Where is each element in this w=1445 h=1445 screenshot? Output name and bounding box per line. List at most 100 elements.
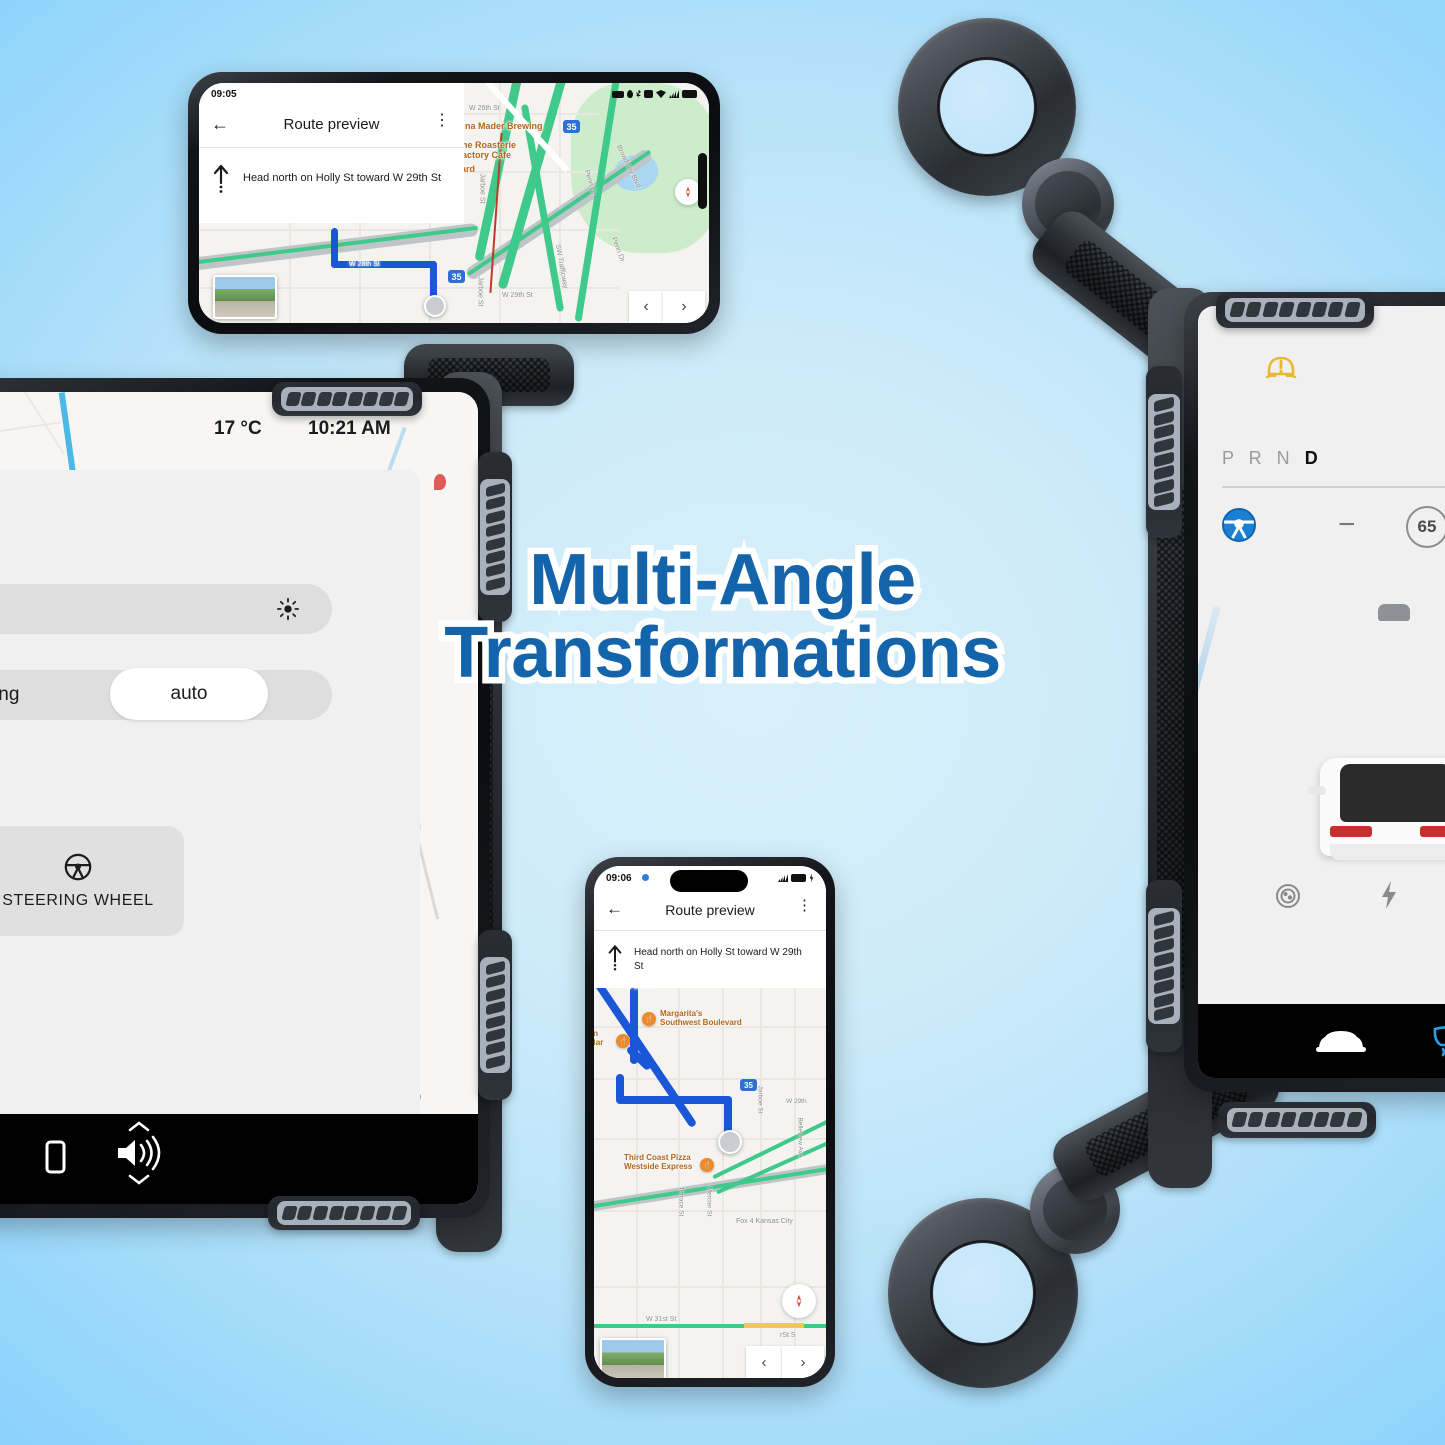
- street-line: [594, 1078, 826, 1080]
- dynamic-island: [670, 870, 748, 892]
- overflow-menu-button[interactable]: ⋮: [434, 113, 450, 129]
- prev-step-button[interactable]: ‹: [629, 291, 663, 323]
- map-poi-pin: [434, 474, 446, 490]
- destination-marker: [424, 295, 446, 317]
- highway-shield: 35: [448, 270, 465, 283]
- poi-marker: 🍴: [642, 1012, 656, 1026]
- ego-vehicle-taillight-left: [1330, 826, 1372, 837]
- straight-arrow-icon: [213, 164, 229, 193]
- next-chevron-icon: ›: [681, 298, 687, 315]
- ring-opening: [938, 58, 1036, 156]
- clamp-grip-pad: [277, 1201, 411, 1225]
- street-view-thumbnail[interactable]: [600, 1338, 666, 1378]
- steering-wheel-card-label: STEERING WHEEL: [2, 892, 154, 909]
- clamp-grip-pad: [1225, 297, 1365, 323]
- phone-icon: [45, 1140, 66, 1174]
- lightning-icon: [1382, 881, 1396, 909]
- cruise-decrease-button[interactable]: −: [1338, 510, 1356, 540]
- bluetooth-icon: [636, 89, 641, 99]
- status-bar: 09:05: [199, 83, 709, 105]
- ego-vehicle-bumper: [1330, 844, 1445, 860]
- street-view-thumbnail[interactable]: [213, 275, 277, 319]
- street-label: Jarboe St: [756, 1085, 764, 1114]
- overflow-menu-button[interactable]: ⋮: [797, 898, 812, 913]
- poi-label: Margarita'sSouthwest Boulevard: [660, 1009, 742, 1027]
- steering-wheel-icon: [64, 853, 92, 881]
- street-label: W 29th: [786, 1098, 807, 1105]
- vpn-icon: [612, 90, 624, 98]
- defroster-icon[interactable]: [1429, 1023, 1445, 1059]
- traffic-slow-overlay: [744, 1323, 804, 1328]
- compass-icon: [685, 186, 691, 198]
- nav-step-text: Head north on Holly St toward W 29th St: [243, 172, 442, 184]
- street-label: Jarboe St: [478, 173, 486, 204]
- poi-label: ican& Bar: [594, 1029, 604, 1047]
- ego-vehicle-taillight-right: [1420, 826, 1445, 837]
- landscape-phone-shell: 35 35 🍴 Margarita'sSouthwest Boulevard 🍴…: [188, 72, 720, 334]
- tire-pressure-warning-icon: [1265, 356, 1297, 379]
- straight-arrow-icon: [608, 945, 622, 971]
- volume-icon: [118, 1135, 161, 1171]
- poi-marker: 🍴: [700, 1158, 714, 1172]
- highway-shield: 35: [740, 1079, 757, 1091]
- clamp-grip-pad: [1148, 907, 1180, 1025]
- prev-step-button[interactable]: ‹: [746, 1346, 782, 1378]
- street-label: Fox 4 Kansas City: [736, 1218, 793, 1225]
- street-label: Mercier St: [705, 1186, 713, 1217]
- street-line: [678, 986, 680, 1378]
- compass-button[interactable]: [782, 1284, 816, 1318]
- mount-clamp-cluster-left-upper: [1146, 366, 1182, 538]
- mount-clamp-cluster-top: [1216, 292, 1374, 328]
- nav-header: ← Route preview ⋮: [199, 105, 464, 147]
- car-center-screen-shell: 19 BUCKHEAD CHHE DO 17 °C 10:21 AM Displ…: [0, 378, 490, 1218]
- street-label: Terrace St: [677, 1186, 685, 1217]
- next-step-button[interactable]: ›: [782, 1346, 824, 1378]
- ring-opening: [931, 1241, 1035, 1345]
- street-label: Belleview Ave: [796, 1117, 804, 1158]
- signal-icon: [778, 874, 788, 882]
- clock: 10:21 AM: [308, 418, 391, 439]
- battery-icon: [791, 874, 806, 882]
- nav-step-row: Head north on Holly St toward W 29th St: [199, 153, 464, 209]
- street-label: Jarboe St: [476, 276, 484, 307]
- volume-up-chevron-icon: [128, 1121, 150, 1132]
- prev-chevron-icon: ‹: [761, 1353, 767, 1371]
- street-label: W 26th St: [469, 105, 500, 112]
- speed-scale-line: [1222, 486, 1445, 488]
- volume-down-chevron-icon: [128, 1174, 150, 1185]
- status-time: 09:05: [211, 88, 237, 100]
- headline-line-1: Multi-Angle: [523, 537, 923, 624]
- car-center-screen: 19 BUCKHEAD CHHE DO 17 °C 10:21 AM Displ…: [0, 392, 478, 1204]
- ego-vehicle-rear-glass: [1340, 764, 1445, 822]
- headlight-auto-icon: [1276, 884, 1300, 908]
- signal-icon: [669, 90, 679, 98]
- street-line: [794, 986, 796, 1378]
- steering-wheel-autopilot-icon[interactable]: [1220, 506, 1258, 544]
- cluster-navbar: [1198, 1004, 1445, 1078]
- status-dot-indicator: [642, 874, 649, 881]
- nav-step-text: Head north on Holly St toward W 29th St: [634, 947, 802, 972]
- portrait-phone-screen: 35 🍴 Margarita'sSouthwest Boulevard 🍴 ic…: [594, 866, 826, 1378]
- nav-title: Route preview: [283, 116, 380, 133]
- street-label: W 31st St: [646, 1316, 677, 1323]
- next-step-button[interactable]: ›: [663, 291, 705, 323]
- street-label: W 28th St: [349, 261, 380, 268]
- landscape-phone-screen: 35 35 🍴 Margarita'sSouthwest Boulevard 🍴…: [199, 83, 709, 323]
- phone-button[interactable]: [40, 1138, 70, 1183]
- poi-label: na Mader Brewing: [465, 121, 543, 131]
- volume-control[interactable]: [112, 1120, 166, 1186]
- street-label: W 29th St: [502, 292, 533, 299]
- nav-step-row: Head north on Holly St toward W 29th St: [594, 934, 826, 988]
- mount-clamp-center-screen-bottom: [268, 1196, 420, 1230]
- clamp-grip-pad: [1227, 1107, 1367, 1133]
- center-screen-navbar: [0, 1114, 478, 1204]
- mount-clamp-cluster-left-lower: [1146, 880, 1182, 1052]
- car-icon[interactable]: [1313, 1023, 1369, 1059]
- charging-icon: [809, 873, 814, 883]
- poi-label: Third Coast Pizza Westside Express: [624, 1153, 693, 1171]
- gear-selected: D: [1304, 448, 1323, 468]
- status-icons: [612, 89, 697, 99]
- nav-header: ← Route preview ⋮: [594, 892, 826, 930]
- ego-vehicle-mirror-left: [1308, 786, 1326, 795]
- steering-wheel-adjust-card[interactable]: STEERING WHEEL: [0, 826, 184, 936]
